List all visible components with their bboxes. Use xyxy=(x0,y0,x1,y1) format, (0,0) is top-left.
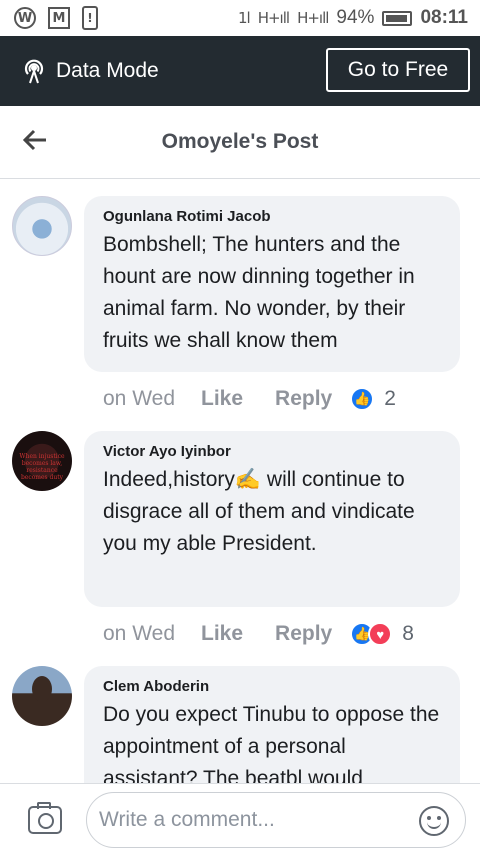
signal-icon: H+ıll xyxy=(257,9,290,27)
signal-icon: H+ıll xyxy=(297,9,329,27)
heart-icon: ♥ xyxy=(368,622,393,646)
comment-bubble: Ogunlana Rotimi Jacob Bombshell; The hun… xyxy=(84,196,460,372)
reactions[interactable]: 👍 2 xyxy=(350,387,396,411)
comment-bubble: Clem Aboderin Do you expect Tinubu to op… xyxy=(84,666,460,783)
like-button[interactable]: Like xyxy=(201,622,243,646)
reply-button[interactable]: Reply xyxy=(275,622,332,646)
status-bar: W M ! 1l H+ıll H+ıll 94% 08:11 xyxy=(0,0,480,36)
alert-icon: ! xyxy=(82,6,98,30)
comment-time[interactable]: on Wed xyxy=(103,387,175,411)
avatar-text: When injustice becomes law, resistance b… xyxy=(19,453,65,481)
avatar[interactable] xyxy=(12,666,72,726)
camera-icon[interactable] xyxy=(28,802,62,834)
comment-actions: on Wed Like Reply 👍 ♥ 8 xyxy=(103,619,414,649)
page-title: Omoyele's Post xyxy=(161,130,319,153)
comment-actions: on Wed Like Reply 👍 2 xyxy=(103,384,396,414)
comment-bubble: Victor Ayo Iyinbor Indeed,history✍ will … xyxy=(84,431,460,607)
avatar[interactable]: When injustice becomes law, resistance b… xyxy=(12,431,72,491)
reactions[interactable]: 👍 ♥ 8 xyxy=(350,622,414,646)
battery-percent: 94% xyxy=(336,7,375,28)
reply-button[interactable]: Reply xyxy=(275,387,332,411)
battery-icon xyxy=(382,10,413,26)
comment-author[interactable]: Ogunlana Rotimi Jacob xyxy=(103,208,440,225)
comment-text: Indeed,history✍ will continue to disgrac… xyxy=(103,468,415,555)
comment-author[interactable]: Victor Ayo Iyinbor xyxy=(103,443,440,460)
post-header: Omoyele's Post xyxy=(0,106,480,179)
comment-text: Do you expect Tinubu to oppose the appoi… xyxy=(103,703,440,783)
smiley-icon[interactable] xyxy=(419,806,449,836)
broadcast-icon xyxy=(24,59,44,84)
like-button[interactable]: Like xyxy=(201,387,243,411)
data-mode-label: Data Mode xyxy=(56,59,159,82)
comment-author[interactable]: Clem Aboderin xyxy=(103,678,440,695)
reaction-count: 8 xyxy=(402,622,414,645)
data-mode-bar: Data Mode Go to Free xyxy=(0,36,480,106)
clock: 08:11 xyxy=(420,7,468,28)
comment-input[interactable]: Write a comment... xyxy=(86,792,466,848)
comment-composer: Write a comment... xyxy=(0,783,480,855)
go-to-free-button[interactable]: Go to Free xyxy=(326,48,470,92)
thumbs-up-icon: 👍 xyxy=(350,387,375,411)
wordpress-icon: W xyxy=(14,7,36,29)
comments-list: Ogunlana Rotimi Jacob Bombshell; The hun… xyxy=(0,179,480,783)
reaction-count: 2 xyxy=(384,387,396,410)
comment-text: Bombshell; The hunters and the hount are… xyxy=(103,233,415,352)
comment-time[interactable]: on Wed xyxy=(103,622,175,646)
avatar[interactable] xyxy=(12,196,72,256)
gmail-icon: M xyxy=(48,7,70,29)
network-icon: 1l xyxy=(237,9,251,27)
comment-placeholder: Write a comment... xyxy=(99,808,275,831)
data-mode-indicator: Data Mode xyxy=(22,58,159,84)
